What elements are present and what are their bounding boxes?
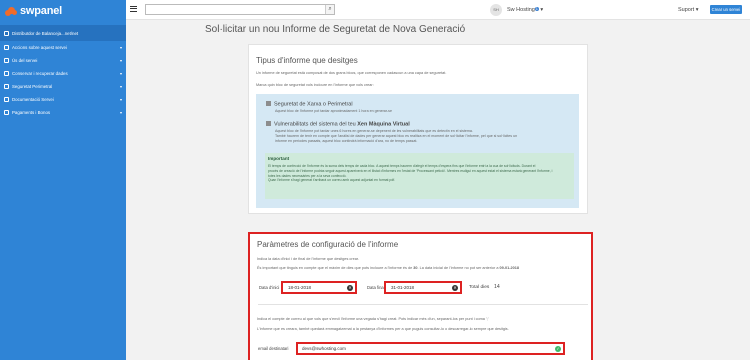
sidebar-item-payments[interactable]: Pagaments i Bonos ▾ — [0, 106, 126, 119]
total-days-label: Total dies — [469, 285, 490, 290]
report-types-instruction: Marca quin bloc de seguretat vols inclou… — [256, 83, 374, 87]
account-menu[interactable]: Sw Hosting1 ▾ — [507, 7, 543, 13]
menu-toggle-icon[interactable] — [130, 6, 137, 12]
chart-icon — [4, 58, 9, 63]
settings-icon — [4, 45, 9, 50]
chevron-down-icon: ▾ — [119, 71, 122, 76]
sidebar-item-label: Ús del servei — [12, 58, 38, 63]
option-network-desc: Aquest bloc de l'informe pot tardar apro… — [275, 109, 392, 113]
report-types-title: Tipus d'informe que desitges — [256, 56, 358, 65]
support-menu[interactable]: Suport ▾ — [678, 7, 699, 13]
chevron-down-icon: ▾ — [119, 110, 122, 115]
sidebar: swpanel Distribuïdor de Balanceja...net/… — [0, 0, 126, 360]
option-vulnerabilities[interactable]: Vulnerabilitats del sistema del teu Xen … — [266, 121, 410, 128]
sidebar-item-label: Distribuïdor de Balanceja...net/net — [12, 30, 79, 36]
sidebar-item-label: Conservar i recuperar dades — [12, 71, 68, 76]
email-label: email destinatari — [258, 346, 289, 351]
chevron-down-icon: ▾ — [119, 45, 122, 50]
end-date-field[interactable]: 31-01-2018 ✕ — [384, 281, 462, 294]
email-input[interactable]: devs@swhosting.com ✓ — [296, 342, 565, 355]
date-rule: És important que tinguis en compte que e… — [257, 266, 519, 270]
database-icon — [4, 71, 9, 76]
sidebar-item-label: Accions sobre aquest servei — [12, 45, 67, 50]
search-icon[interactable]: ⌕ — [325, 5, 334, 14]
start-date-value: 18-01-2018 — [288, 285, 312, 290]
notification-badge: 1 — [534, 7, 539, 11]
logo-text: swpanel — [20, 5, 63, 17]
report-params-title: Paràmetres de configuració de l'informe — [257, 240, 399, 249]
support-label: Suport — [678, 7, 695, 13]
avatar[interactable]: SH — [490, 4, 502, 16]
sidebar-item-label: Seguretat Perimetral — [12, 84, 53, 89]
checkbox-network-security[interactable] — [266, 101, 271, 106]
clear-icon[interactable]: ✕ — [452, 284, 458, 291]
date-hint: Indica la data d'inici i de final de l'i… — [257, 257, 359, 261]
important-line: Quan l'informe s'hagi generat t'arribarà… — [268, 178, 396, 183]
email-value: devs@swhosting.com — [302, 346, 346, 351]
page-title: Sol·licitar un nou Informe de Seguretat … — [205, 24, 466, 35]
chevron-down-icon: ▾ — [119, 58, 122, 63]
checkbox-vulnerabilities[interactable] — [266, 121, 271, 126]
chevron-down-icon: ▾ — [540, 7, 544, 13]
sidebar-item-balancer[interactable]: Distribuïdor de Balanceja...net/net — [0, 25, 126, 41]
clear-icon[interactable]: ✕ — [347, 284, 353, 291]
important-line: procés de creació de l'informe podràs se… — [268, 168, 553, 173]
end-date-value: 31-01-2018 — [391, 285, 415, 290]
search-input[interactable]: ⌕ — [145, 4, 335, 15]
logo[interactable]: swpanel — [0, 0, 126, 22]
total-days-value: 14 — [494, 284, 500, 290]
option-label: Seguretat de Xarxa o Perimetral — [274, 101, 353, 108]
check-icon: ✓ — [555, 345, 561, 352]
end-date-label: Data final — [367, 285, 385, 290]
server-icon — [4, 30, 9, 36]
start-date-field[interactable]: 18-01-2018 ✕ — [281, 281, 357, 294]
email-storage-hint: L'informe que es creara, també quedarà e… — [257, 327, 509, 331]
create-service-button[interactable]: Crear un servei — [710, 5, 742, 14]
sidebar-item-docs[interactable]: Documentació Servei ▾ — [0, 93, 126, 106]
divider — [258, 304, 588, 305]
start-date-label: Data d'inici — [259, 285, 280, 290]
sidebar-item-usage[interactable]: Ús del servei ▾ — [0, 54, 126, 67]
report-types-intro: Un informe de seguretat està composat de… — [256, 71, 447, 75]
sidebar-item-backup[interactable]: Conservar i recuperar dades ▾ — [0, 67, 126, 80]
option-vuln-desc-3: informe en períodes passats, aquest bloc… — [275, 139, 418, 143]
document-icon — [4, 97, 9, 102]
date-rule-prefix: És important que tinguis en compte que e… — [257, 266, 413, 270]
report-params-card — [248, 232, 593, 360]
logo-cloud-icon — [5, 6, 17, 16]
sidebar-item-label: Documentació Servei — [12, 97, 54, 102]
account-label: Sw Hosting — [507, 7, 535, 13]
option-network-security[interactable]: Seguretat de Xarxa o Perimetral — [266, 101, 353, 108]
chevron-down-icon: ▾ — [119, 97, 122, 102]
date-rule-mid: . La data inicial de l'informe no pot se… — [417, 266, 499, 270]
wallet-icon — [4, 110, 9, 115]
important-title: Important — [268, 156, 290, 161]
sidebar-item-actions[interactable]: Accions sobre aquest servei ▾ — [0, 41, 126, 54]
important-text: El temps de confecció de l'informe és la… — [268, 164, 552, 183]
chevron-down-icon: ▾ — [695, 7, 699, 13]
option-label-vm: Xen Màquina Virtual — [357, 121, 410, 128]
option-label-prefix: Vulnerabilitats del sistema del teu — [274, 121, 356, 128]
email-hint: Indica el compte de correu al que vols q… — [257, 317, 489, 321]
sidebar-item-security[interactable]: Seguretat Perimetral ▾ — [0, 80, 126, 93]
sidebar-item-label: Pagaments i Bonos — [12, 110, 51, 115]
min-date: 09-01-2018 — [499, 266, 519, 270]
shield-icon — [4, 84, 9, 89]
chevron-down-icon: ▾ — [119, 84, 122, 89]
